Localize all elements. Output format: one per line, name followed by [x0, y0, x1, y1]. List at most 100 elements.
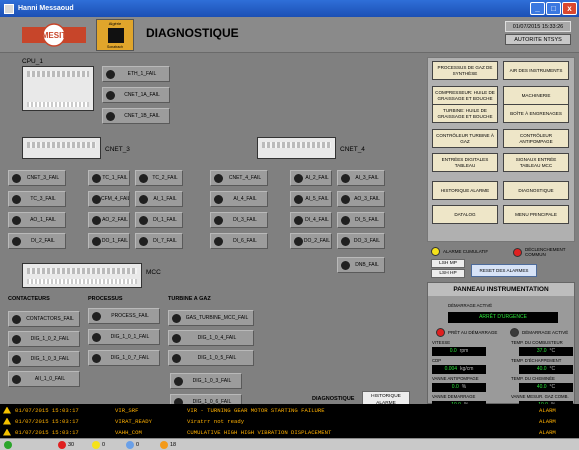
nav-button[interactable]: TURBINE: HUILE DE GRAISSAGE ET BOUCHE	[432, 104, 498, 123]
alarm-description: VIR - TURNING GEAR MOTOR STARTING FAILUR…	[187, 406, 325, 414]
cnet3-label: CNET_3	[105, 146, 130, 153]
diagnostic-indicator: CFM_4_FAIL	[88, 191, 130, 207]
instrument-unit: rpm	[459, 348, 469, 354]
alarme-cumulatif-legend: ALARME CUMULATIF	[431, 247, 488, 256]
contacteur-indicator: AII_1_0_FAIL	[8, 371, 80, 387]
status-led-icon	[92, 215, 101, 225]
maximize-button[interactable]: □	[546, 2, 561, 15]
status-led-icon	[341, 260, 350, 270]
indicator-label: DIG_1_0_7_FAIL	[110, 355, 150, 361]
turbine-indicator: DIG_1_0_4_FAIL	[168, 330, 254, 346]
nav-button[interactable]: CONTRÔLEUR TURBINE À GAZ	[432, 129, 498, 148]
authority-button[interactable]: AUTORITE NTSYS	[505, 34, 571, 45]
nav-button[interactable]: MENU PRINCIPALE	[503, 205, 569, 224]
indicator-label: CFM_4_FAIL	[101, 196, 129, 202]
status-led-icon	[341, 215, 350, 225]
instrument-unit: °C	[549, 348, 556, 354]
indicator-label: AO_2_FAIL	[102, 217, 128, 223]
nav-button[interactable]: MACHINERIE	[503, 86, 569, 105]
diagnostic-indicator: AI_5_FAIL	[290, 191, 332, 207]
diagnostic-indicator: CNET_3_FAIL	[8, 170, 66, 186]
lsh-hp-button[interactable]: LSH HP	[431, 269, 465, 278]
status-led-icon	[214, 215, 223, 225]
alarm-count-icon	[58, 440, 66, 449]
nav-button[interactable]: HISTORIQUE ALARME	[432, 181, 498, 200]
indicator-label: CNET_1B_FAIL	[124, 113, 160, 119]
header: MESIT Algérie Sonatrach DIAGNOSTIQUE 01/…	[0, 17, 579, 53]
warning-icon	[3, 417, 11, 425]
nav-button[interactable]: COMPRESSEUR: HUILE DE GRAISSAGE ET BOUCH…	[432, 86, 498, 105]
indicator-label: DIG_1_0_3_FAIL	[30, 356, 70, 362]
status-led-icon	[214, 236, 223, 246]
instrument-field-label: VITESSE	[432, 340, 451, 345]
status-led-icon	[92, 353, 101, 363]
instrument-number: 0.0	[451, 384, 459, 390]
status-led-icon	[139, 194, 148, 204]
indicator-label: GAS_TURBINE_MCC_FAIL	[185, 315, 249, 321]
instrument-field-label: VANNE ANTIPOMPAGE	[432, 376, 479, 381]
alarm-time: 01/07/2015 15:03:17	[15, 428, 79, 436]
logo2-top-text: Algérie	[108, 21, 122, 26]
indicator-label: DIG_1_0_1_FAIL	[110, 334, 150, 340]
diagnostic-indicator: DI_4_FAIL	[290, 212, 332, 228]
instrument-number: 0.004	[444, 366, 458, 372]
nav-button[interactable]: PROCESSUS DE GAZ DE SYNTHÈSE	[432, 61, 498, 80]
status-led-icon	[214, 173, 223, 183]
nav-button[interactable]: AIR DES INSTRUMENTS	[503, 61, 569, 80]
play-icon[interactable]	[4, 440, 12, 449]
reset-alarms-button[interactable]: RESET DES ALARMES	[471, 264, 537, 277]
diagnostic-indicator: TC_2_FAIL	[135, 170, 183, 186]
alarm-tag: VAHH_COM	[115, 428, 142, 436]
indicator-label: AI_4_FAIL	[233, 196, 257, 202]
status-led-icon	[341, 236, 350, 246]
status-led-icon	[174, 376, 183, 386]
warning-icon	[3, 406, 11, 414]
nav-button[interactable]: ENTRÉES DIGITALES TABLEAU	[432, 153, 498, 172]
diagnostic-indicator: AO_1_FAIL	[8, 212, 66, 228]
indicator-label: DIG_1_0_5_FAIL	[197, 355, 237, 361]
demarrage-active-label: DÉMARRAGE ACTIVÉ	[522, 330, 569, 335]
turbine-indicator: GAS_TURBINE_MCC_FAIL	[168, 310, 254, 326]
status-bar: 30 0 0 18	[0, 438, 579, 450]
nav-button[interactable]: CONTRÔLEUR ANTIPOMPAGE	[503, 129, 569, 148]
close-button[interactable]: x	[562, 2, 577, 15]
instrument-value: 40.0 °C	[519, 383, 573, 392]
instrument-value: 0.004 kg/cm	[432, 365, 486, 374]
alarm-indicator-icon	[431, 247, 440, 256]
contacteur-indicator: DIG_1_0_2_FAIL	[8, 331, 80, 347]
nav-button[interactable]: DIAGNOSTIQUE	[503, 181, 569, 200]
indicator-label: DO_3_FAIL	[353, 238, 381, 244]
indicator-label: DIG_1_0_3_FAIL	[192, 378, 232, 384]
indicator-label: AO_3_FAIL	[354, 196, 380, 202]
alarm-row[interactable]: 01/07/2015 15:03:17 VIRAT_READY Viratrr no…	[0, 416, 579, 426]
process-indicator: DIG_1_0_7_FAIL	[88, 350, 160, 366]
nav-button[interactable]: BOÎTE À ENGRENAGES	[503, 104, 569, 123]
alarm-row[interactable]: 01/07/2015 15:03:17 VAHH_COM CUMULATIVE HI…	[0, 427, 579, 437]
diagnostic-indicator: DO_3_FAIL	[337, 233, 385, 249]
indicator-label: DI_3_FAIL	[233, 217, 257, 223]
nav-button[interactable]: DATALOG	[432, 205, 498, 224]
indicator-label: PROCESS_FAIL	[111, 313, 149, 319]
mcc-rack	[22, 263, 142, 288]
demarrage-indicator-icon	[510, 328, 519, 337]
indicator-label: AI_2_FAIL	[305, 175, 329, 181]
diagnostique-label: DIAGNOSTIQUE	[312, 396, 355, 402]
indicator-label: ETH_1_FAIL	[127, 71, 157, 77]
indicator-label: DI_4_FAIL	[305, 217, 329, 223]
status-led-icon	[139, 215, 148, 225]
lsh-mp-button[interactable]: LSH MP	[431, 259, 465, 268]
minimize-button[interactable]: _	[530, 2, 545, 15]
nav-button[interactable]: SIGNAUX ENTRÉE TABLEAU MCC	[503, 153, 569, 172]
instrument-value: 40.0 °C	[519, 365, 573, 374]
alarm-banner: 01/07/2015 15:03:17 VIR_SRF VIR - TURNING …	[0, 404, 579, 438]
indicator-label: TC_1_FAIL	[102, 175, 128, 181]
declenchement-label: DÉCLENCHEMENT COMMUN	[525, 247, 566, 257]
process-indicator: PROCESS_FAIL	[88, 308, 160, 324]
contacteur-indicator: CONTACTORS_FAIL	[8, 311, 80, 327]
alarm-type: ALARM	[539, 428, 556, 436]
instrument-unit: kg/cm	[460, 366, 474, 372]
alarm-tag: VIRAT_READY	[115, 417, 152, 425]
alarm-row[interactable]: 01/07/2015 15:03:17 VIR_SRF VIR - TURNING …	[0, 405, 579, 415]
warning-count: 0	[102, 441, 106, 448]
alarm-count: 30	[68, 441, 75, 448]
